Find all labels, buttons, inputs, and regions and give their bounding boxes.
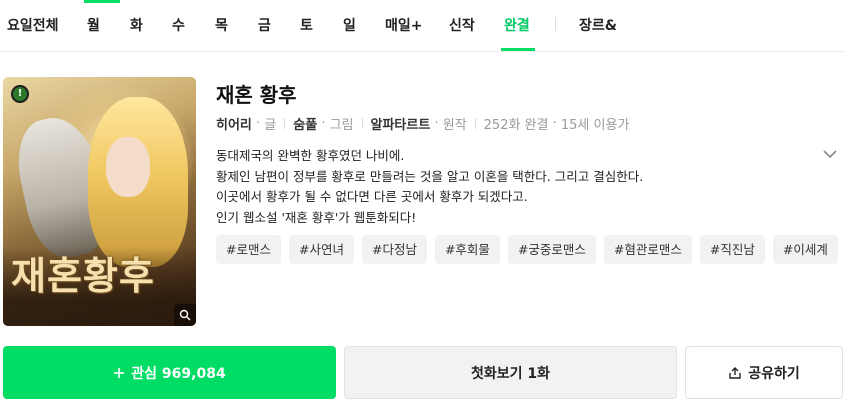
tag-list: #로맨스 #사연녀 #다정남 #후회물 #궁중로맨스 #혐관로맨스 #직진남 #…: [216, 235, 838, 264]
tag-chip[interactable]: #직진남: [699, 235, 765, 264]
nav-divider: [555, 17, 556, 31]
work-title: 재혼 황후: [216, 83, 297, 107]
description-line: 동대제국의 완벽한 황후였던 나비에.: [216, 148, 405, 163]
writer-role: 글: [264, 118, 277, 133]
tab-monday[interactable]: 월: [87, 15, 100, 35]
cover-face: [106, 137, 150, 197]
artist-link[interactable]: 숨풀: [293, 114, 317, 133]
work-description: 동대제국의 완벽한 황후였던 나비에. 황제인 남편이 정부를 황후로 만들려는…: [216, 146, 686, 228]
tab-daily-plus[interactable]: 매일+: [385, 15, 423, 35]
work-meta: 히어리 · 글 숨풀 · 그림 알파타르트 · 원작 252화 완결 · 15세…: [216, 114, 630, 133]
description-line: 이곳에서 황후가 될 수 없다면 다른 곳에서 황후가 되겠다고.: [216, 189, 528, 204]
tab-new[interactable]: 신작: [449, 15, 475, 35]
favorite-label: 관심 969,084: [131, 365, 226, 382]
top-indicator: [84, 0, 120, 3]
first-episode-label: 첫화보기 1화: [470, 365, 550, 382]
age-rating: 15세 이용가: [560, 118, 630, 133]
active-tab-underline: [501, 48, 535, 51]
artist-role: 그림: [329, 118, 354, 133]
tag-chip[interactable]: #사연녀: [288, 235, 354, 264]
tag-chip[interactable]: #궁중로맨스: [507, 235, 596, 264]
meta-divider: [474, 118, 476, 129]
tab-completed[interactable]: 완결: [504, 15, 530, 35]
tab-all-days[interactable]: 요일전체: [7, 15, 59, 35]
search-icon: [179, 309, 191, 321]
tab-saturday[interactable]: 토: [300, 15, 313, 35]
age-rating-icon: !: [11, 85, 29, 103]
tab-genre[interactable]: 장르&: [579, 15, 617, 35]
meta-divider: [361, 118, 363, 129]
tab-thursday[interactable]: 목: [215, 15, 228, 35]
share-button[interactable]: 공유하기: [685, 346, 843, 399]
favorite-button[interactable]: 관심 969,084: [3, 346, 336, 399]
zoom-button[interactable]: [174, 304, 196, 326]
original-role: 원작: [442, 118, 467, 133]
chevron-down-icon[interactable]: [822, 148, 838, 160]
description-line: 황제인 남편이 정부를 황후로 만들려는 것을 알고 이혼을 택한다. 그리고 …: [216, 168, 644, 184]
writer-link[interactable]: 히어리: [216, 114, 252, 133]
cover-thumbnail[interactable]: ! 재혼황후: [3, 77, 196, 326]
episode-status: 252화 완결: [483, 118, 549, 133]
share-label: 공유하기: [748, 365, 800, 382]
plus-icon: [114, 367, 125, 378]
tab-friday[interactable]: 금: [258, 15, 271, 35]
tag-chip[interactable]: #다정남: [361, 235, 427, 264]
tag-chip[interactable]: #후회물: [434, 235, 500, 264]
original-author-link[interactable]: 알파타르트: [371, 114, 431, 133]
tag-chip[interactable]: #로맨스: [216, 235, 281, 264]
day-tab-bar: 요일전체 월 화 수 목 금 토 일 매일+ 신작 완결 장르&: [0, 0, 844, 52]
share-icon: [729, 366, 741, 379]
tag-chip[interactable]: #이세계: [772, 235, 838, 264]
cover-title-art: 재혼황후: [11, 253, 155, 298]
first-episode-button[interactable]: 첫화보기 1화: [344, 346, 677, 399]
meta-divider: [284, 118, 286, 129]
tab-sunday[interactable]: 일: [343, 15, 356, 35]
tag-chip[interactable]: #혐관로맨스: [603, 235, 692, 264]
tab-wednesday[interactable]: 수: [172, 15, 185, 35]
tab-tuesday[interactable]: 화: [130, 15, 143, 35]
description-line: 인기 웹소설 '재혼 황후'가 웹툰화되다!: [216, 209, 417, 225]
